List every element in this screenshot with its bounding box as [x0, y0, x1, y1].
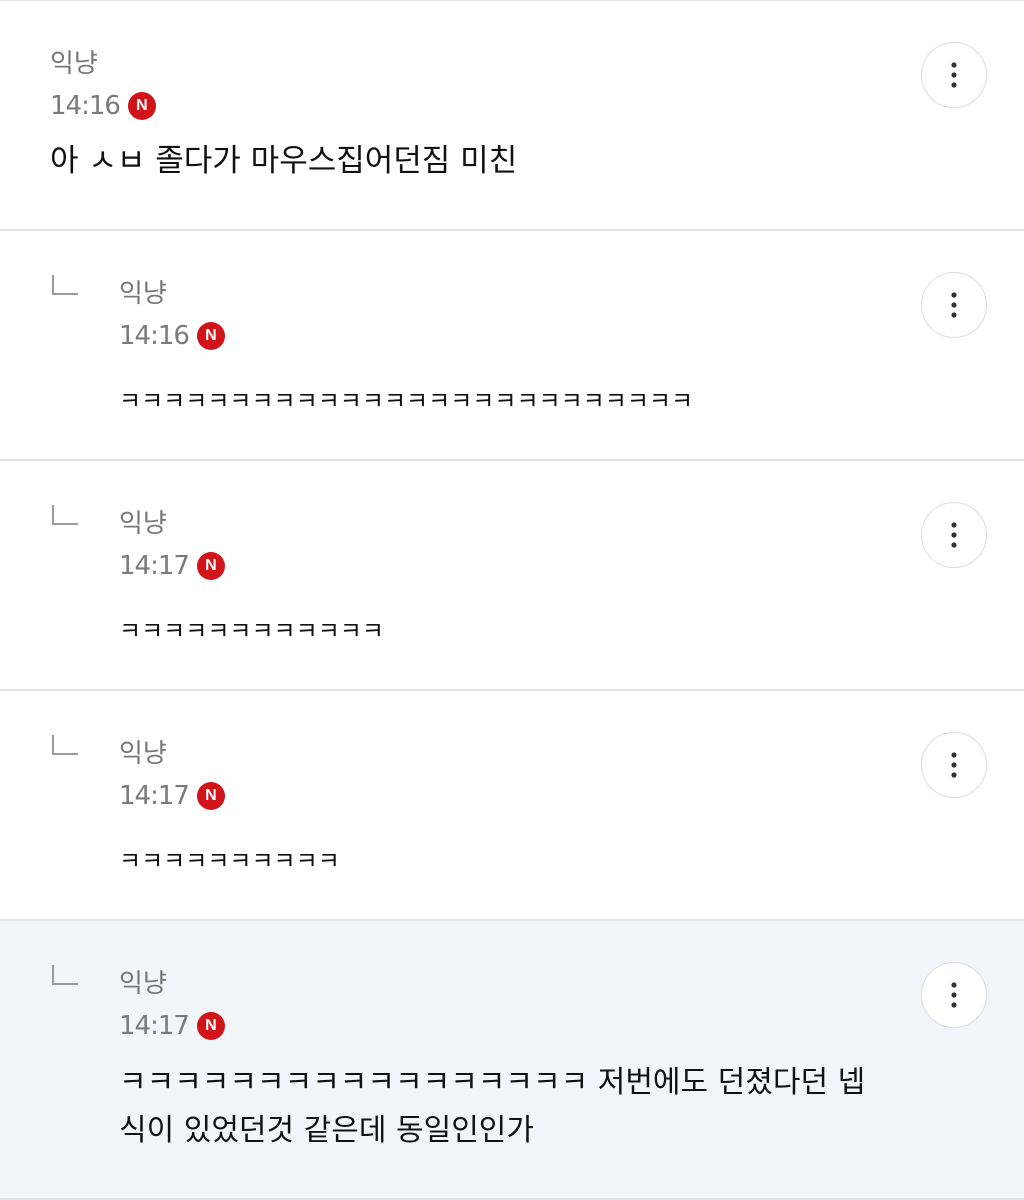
reply-item-highlighted: 익냥 14:17 N ㅋㅋㅋㅋㅋㅋㅋㅋㅋㅋㅋㅋㅋㅋㅋㅋㅋ 저번에도 던졌다던 넵… — [0, 921, 1024, 1200]
new-badge: N — [196, 782, 225, 810]
reply-item: 익냥 14:16 N ㅋㅋㅋㅋㅋㅋㅋㅋㅋㅋㅋㅋㅋㅋㅋㅋㅋㅋㅋㅋㅋㅋㅋㅋㅋㅋ — [0, 231, 1024, 461]
more-options-button[interactable] — [921, 42, 987, 108]
comment-meta: 14:17 N — [119, 1009, 884, 1043]
more-options-button[interactable] — [921, 732, 987, 798]
more-options-button[interactable] — [921, 962, 987, 1028]
more-options-button[interactable] — [921, 272, 987, 338]
reply-arrow-icon — [52, 505, 78, 525]
reply-arrow-icon — [52, 735, 78, 755]
comment-meta: 14:17 N — [119, 779, 884, 813]
reply-item: 익냥 14:17 N ㅋㅋㅋㅋㅋㅋㅋㅋㅋㅋ — [0, 691, 1024, 921]
comment-body: 익냥 14:17 N ㅋㅋㅋㅋㅋㅋㅋㅋㅋㅋㅋㅋㅋㅋㅋㅋㅋ 저번에도 던졌다던 넵… — [119, 967, 884, 1155]
comment-text: ㅋㅋㅋㅋㅋㅋㅋㅋㅋㅋㅋㅋ — [119, 617, 384, 645]
more-vertical-icon — [951, 982, 957, 1008]
more-vertical-icon — [951, 292, 957, 318]
comment-author[interactable]: 익냥 — [119, 277, 884, 311]
more-vertical-icon — [951, 752, 957, 778]
comment-meta: 14:16 N — [50, 89, 884, 123]
comment-time: 14:17 — [119, 551, 190, 581]
comment-text: ㅋㅋㅋㅋㅋㅋㅋㅋㅋㅋㅋㅋㅋㅋㅋㅋㅋ 저번에도 던졌다던 넵식이 있었던것 같은데… — [119, 1065, 866, 1148]
reply-arrow-icon — [52, 965, 78, 985]
new-badge: N — [196, 1012, 225, 1040]
comment-text: ㅋㅋㅋㅋㅋㅋㅋㅋㅋㅋ — [119, 847, 340, 875]
comment-author[interactable]: 익냥 — [119, 737, 884, 771]
comment-time: 14:16 — [119, 321, 190, 351]
comment-body: 익냥 14:17 N ㅋㅋㅋㅋㅋㅋㅋㅋㅋㅋ — [119, 737, 884, 885]
comment-author[interactable]: 익냥 — [119, 967, 884, 1001]
comment-item: 익냥 14:16 N 아 ㅅㅂ 졸다가 마우스집어던짐 미친 — [0, 1, 1024, 231]
new-badge: N — [127, 92, 156, 120]
comment-body: 익냥 14:16 N ㅋㅋㅋㅋㅋㅋㅋㅋㅋㅋㅋㅋㅋㅋㅋㅋㅋㅋㅋㅋㅋㅋㅋㅋㅋㅋ — [119, 277, 884, 425]
comment-text: 아 ㅅㅂ 졸다가 마우스집어던짐 미친 — [50, 143, 518, 179]
comment-text: ㅋㅋㅋㅋㅋㅋㅋㅋㅋㅋㅋㅋㅋㅋㅋㅋㅋㅋㅋㅋㅋㅋㅋㅋㅋㅋ — [119, 387, 694, 415]
comment-body: 익냥 14:16 N 아 ㅅㅂ 졸다가 마우스집어던짐 미친 — [50, 47, 884, 185]
comment-meta: 14:17 N — [119, 549, 884, 583]
more-vertical-icon — [951, 62, 957, 88]
reply-arrow-icon — [52, 275, 78, 295]
comment-body: 익냥 14:17 N ㅋㅋㅋㅋㅋㅋㅋㅋㅋㅋㅋㅋ — [119, 507, 884, 655]
comment-author[interactable]: 익냥 — [119, 507, 884, 541]
reply-item: 익냥 14:17 N ㅋㅋㅋㅋㅋㅋㅋㅋㅋㅋㅋㅋ — [0, 461, 1024, 691]
comment-meta: 14:16 N — [119, 319, 884, 353]
comment-time: 14:17 — [119, 1011, 190, 1041]
new-badge: N — [196, 322, 225, 350]
more-vertical-icon — [951, 522, 957, 548]
more-options-button[interactable] — [921, 502, 987, 568]
comment-time: 14:17 — [119, 781, 190, 811]
comment-thread: 익냥 14:16 N 아 ㅅㅂ 졸다가 마우스집어던짐 미친 익냥 14:16 … — [0, 0, 1024, 1200]
comment-author[interactable]: 익냥 — [50, 47, 884, 81]
new-badge: N — [196, 552, 225, 580]
comment-time: 14:16 — [50, 91, 121, 121]
